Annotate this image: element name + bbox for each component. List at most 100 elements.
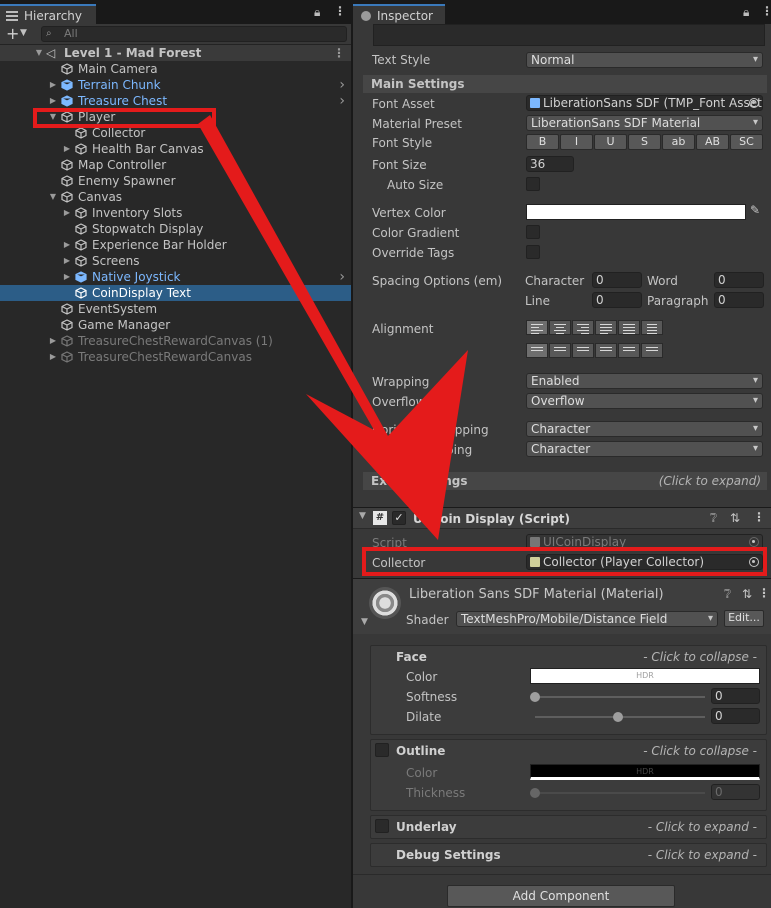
hierarchy-item[interactable]: Map Controller	[0, 157, 351, 173]
alignment-button[interactable]	[618, 343, 640, 358]
fold-open-icon[interactable]: ▼	[48, 189, 58, 205]
font-style-button[interactable]: S	[628, 134, 661, 150]
hierarchy-item[interactable]: Stopwatch Display	[0, 221, 351, 237]
kebab-menu-icon[interactable]: ⋮	[334, 4, 346, 18]
kebab-menu-icon[interactable]: ⋮	[753, 510, 765, 524]
text-style-dropdown[interactable]: Normal	[526, 52, 763, 68]
scene-row[interactable]: ▼ ◁ Level 1 - Mad Forest ⋮	[0, 45, 351, 61]
hierarchy-item[interactable]: ▶ TreasureChestRewardCanvas (1)	[0, 333, 351, 349]
hierarchy-item[interactable]: CoinDisplay Text	[0, 285, 351, 301]
dilate-field[interactable]: 0	[711, 708, 760, 724]
face-color-swatch[interactable]: HDR	[530, 668, 760, 684]
font-style-button[interactable]: I	[560, 134, 593, 150]
enabled-checkbox[interactable]: ✓	[392, 511, 406, 525]
alignment-button[interactable]	[549, 320, 571, 335]
alignment-button[interactable]	[595, 320, 617, 335]
hierarchy-item[interactable]: ▶ Experience Bar Holder	[0, 237, 351, 253]
help-icon[interactable]: ❔︎	[724, 587, 731, 602]
hierarchy-item[interactable]: ▶ Treasure Chest ›	[0, 93, 351, 109]
alignment-button[interactable]	[526, 320, 548, 335]
vertical-mapping-dropdown[interactable]: Character	[526, 441, 763, 457]
hierarchy-item[interactable]: ▶ Terrain Chunk ›	[0, 77, 351, 93]
material-preset-dropdown[interactable]: LiberationSans SDF Material	[526, 115, 763, 131]
chevron-down-icon[interactable]: ▼	[20, 28, 27, 38]
fold-open-icon[interactable]: ▼	[34, 45, 44, 61]
fold-closed-icon[interactable]: ▶	[62, 269, 72, 285]
hierarchy-item[interactable]: ▶ TreasureChestRewardCanvas	[0, 349, 351, 365]
chevron-right-icon[interactable]: ›	[339, 93, 345, 109]
font-style-button[interactable]: ab	[662, 134, 695, 150]
hierarchy-item[interactable]: ▶ Inventory Slots	[0, 205, 351, 221]
alignment-button[interactable]	[572, 343, 594, 358]
shader-dropdown[interactable]: TextMeshPro/Mobile/Distance Field	[456, 611, 718, 627]
font-style-button[interactable]: AB	[696, 134, 729, 150]
ui-coin-display-component-header[interactable]: ▼ # ✓ UI Coin Display (Script) ❔︎ ⇅ ⋮	[353, 507, 771, 529]
word-spacing-field[interactable]: 0	[714, 272, 764, 288]
softness-slider-track[interactable]	[535, 696, 705, 698]
face-collapse-hint[interactable]: - Click to collapse -	[643, 650, 757, 664]
alignment-button[interactable]	[549, 343, 571, 358]
fold-closed-icon[interactable]: ▶	[62, 205, 72, 221]
add-component-button[interactable]: Add Component	[447, 885, 675, 907]
color-gradient-checkbox[interactable]	[526, 225, 540, 239]
fold-closed-icon[interactable]: ▶	[48, 93, 58, 109]
chevron-right-icon[interactable]: ›	[339, 269, 345, 285]
auto-size-checkbox[interactable]	[526, 177, 540, 191]
font-style-button[interactable]: B	[526, 134, 559, 150]
underlay-expand-hint[interactable]: - Click to expand -	[648, 820, 757, 834]
alignment-button[interactable]	[641, 343, 663, 358]
face-label[interactable]: Face	[396, 650, 427, 664]
kebab-menu-icon[interactable]: ⋮	[758, 586, 770, 600]
outline-label[interactable]: Outline	[396, 744, 445, 758]
override-tags-checkbox[interactable]	[526, 245, 540, 259]
softness-field[interactable]: 0	[711, 688, 760, 704]
outline-collapse-hint[interactable]: - Click to collapse -	[643, 744, 757, 758]
alignment-button[interactable]	[641, 320, 663, 335]
search-input[interactable]: ⌕ All	[41, 26, 347, 42]
underlay-checkbox[interactable]	[375, 819, 389, 833]
wrapping-dropdown[interactable]: Enabled	[526, 373, 763, 389]
inspector-tab[interactable]: Inspector	[353, 4, 445, 24]
hierarchy-item[interactable]: Game Manager	[0, 317, 351, 333]
softness-slider-handle[interactable]	[530, 692, 540, 702]
preset-icon[interactable]: ⇅	[742, 587, 752, 601]
plus-icon[interactable]: +	[6, 24, 19, 44]
lock-icon[interactable]: 🔒︎	[314, 5, 320, 20]
font-style-button[interactable]: U	[594, 134, 627, 150]
font-style-button[interactable]: SC	[730, 134, 763, 150]
vertex-color-swatch[interactable]	[526, 204, 746, 220]
help-icon[interactable]: ❔︎	[710, 511, 717, 526]
hierarchy-item[interactable]: EventSystem	[0, 301, 351, 317]
kebab-menu-icon[interactable]: ⋮	[761, 4, 771, 18]
hierarchy-item[interactable]: ▶ Health Bar Canvas	[0, 141, 351, 157]
fold-open-icon[interactable]: ▼	[361, 617, 368, 627]
text-input-area[interactable]	[373, 24, 765, 46]
fold-closed-icon[interactable]: ▶	[48, 333, 58, 349]
alignment-button[interactable]	[572, 320, 594, 335]
hierarchy-item[interactable]: ▼ Canvas	[0, 189, 351, 205]
eyedropper-icon[interactable]: ✎	[750, 203, 760, 217]
line-spacing-field[interactable]: 0	[592, 292, 642, 308]
alignment-button[interactable]	[618, 320, 640, 335]
character-spacing-field[interactable]: 0	[592, 272, 642, 288]
fold-closed-icon[interactable]: ▶	[48, 349, 58, 365]
debug-settings-expand-hint[interactable]: - Click to expand -	[648, 848, 757, 862]
hierarchy-item[interactable]: Main Camera	[0, 61, 351, 77]
lock-icon[interactable]: 🔒︎	[743, 5, 749, 20]
extra-settings-header[interactable]: Extra Settings (Click to expand)	[363, 472, 767, 490]
horizontal-mapping-dropdown[interactable]: Character	[526, 421, 763, 437]
hierarchy-item[interactable]: ▶ Screens	[0, 253, 351, 269]
main-settings-header[interactable]: Main Settings	[363, 75, 767, 93]
preset-icon[interactable]: ⇅	[730, 511, 740, 525]
hierarchy-item[interactable]: ▶ Native Joystick ›	[0, 269, 351, 285]
fold-open-icon[interactable]: ▼	[359, 511, 366, 521]
outline-checkbox[interactable]	[375, 743, 389, 757]
hierarchy-item[interactable]: Enemy Spawner	[0, 173, 351, 189]
overflow-dropdown[interactable]: Overflow	[526, 393, 763, 409]
fold-closed-icon[interactable]: ▶	[62, 237, 72, 253]
paragraph-spacing-field[interactable]: 0	[714, 292, 764, 308]
underlay-label[interactable]: Underlay	[396, 820, 457, 834]
edit-shader-button[interactable]: Edit...	[724, 610, 764, 627]
alignment-button[interactable]	[526, 343, 548, 358]
fold-closed-icon[interactable]: ▶	[48, 77, 58, 93]
